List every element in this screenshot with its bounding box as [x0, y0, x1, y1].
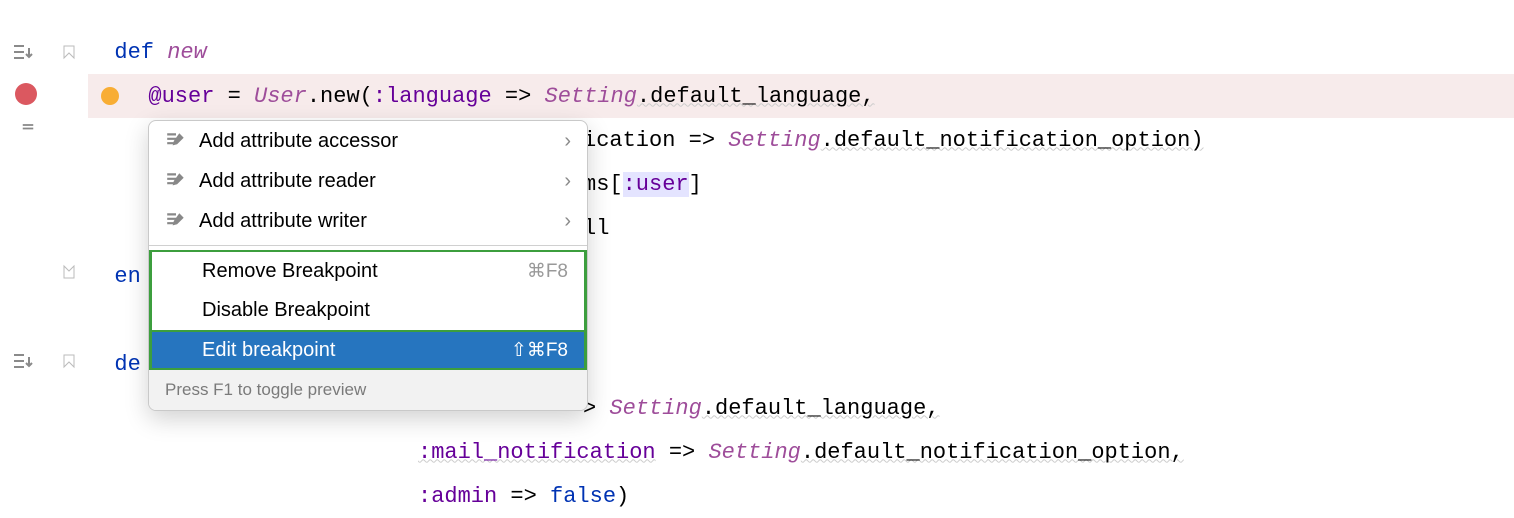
method-call: .default_language,: [702, 396, 940, 421]
menu-item-add-writer[interactable]: Add attribute writer ›: [149, 201, 587, 241]
chevron-right-icon: ›: [564, 210, 571, 233]
symbol: :admin: [418, 484, 497, 509]
breakpoint-icon[interactable]: [14, 82, 38, 106]
keyword-def: def: [114, 40, 167, 65]
code-text: ): [616, 484, 629, 509]
method-call: .default_notification_option,: [801, 440, 1184, 465]
menu-item-add-reader[interactable]: Add attribute reader ›: [149, 161, 587, 201]
symbol: :user: [623, 172, 689, 197]
method-call: .new(: [307, 84, 373, 109]
constant: Setting: [545, 84, 637, 109]
constant: Setting: [728, 128, 820, 153]
code-line[interactable]: :mail_notification => Setting.default_no…: [88, 430, 1514, 474]
menu-shortcut: ⌘F8: [527, 260, 568, 283]
menu-label: Add attribute reader: [199, 170, 556, 193]
operator: =: [214, 84, 254, 109]
intention-action-icon[interactable]: [16, 113, 40, 137]
menu-label: Edit breakpoint: [202, 339, 511, 362]
constant: Setting: [609, 396, 701, 421]
menu-shortcut: ⇧⌘F8: [511, 339, 568, 362]
lightbulb-icon[interactable]: [98, 84, 122, 108]
symbol: :mail_notification: [418, 440, 656, 465]
menu-label: Add attribute writer: [199, 210, 556, 233]
method-name: new: [167, 40, 207, 65]
menu-label: Add attribute accessor: [199, 130, 556, 153]
operator: =>: [497, 484, 550, 509]
constant: User: [254, 84, 307, 109]
method-call: .default_language,: [637, 84, 875, 109]
spacer-icon: [168, 299, 190, 321]
keyword-false: false: [550, 484, 616, 509]
fold-marker-icon[interactable]: [62, 262, 76, 278]
intention-icon: [165, 170, 187, 192]
fold-marker-icon[interactable]: [62, 42, 76, 58]
symbol: :language: [373, 84, 492, 109]
spacer-icon: [168, 339, 190, 361]
code-line[interactable]: def new: [88, 30, 1514, 74]
operator: =>: [656, 440, 709, 465]
chevron-right-icon: ›: [564, 170, 571, 193]
code-line[interactable]: :admin => false): [88, 474, 1514, 518]
operator: =>: [492, 84, 545, 109]
editor-gutter: [0, 0, 88, 512]
method-separator-icon: [10, 349, 34, 373]
fold-marker-icon[interactable]: [62, 351, 76, 367]
method-separator-icon: [10, 40, 34, 64]
menu-item-edit-breakpoint[interactable]: Edit breakpoint ⇧⌘F8: [149, 330, 587, 370]
menu-item-disable-breakpoint[interactable]: Disable Breakpoint: [149, 290, 587, 330]
menu-item-remove-breakpoint[interactable]: Remove Breakpoint ⌘F8: [149, 250, 587, 290]
code-text: ms[: [583, 172, 623, 197]
instance-variable: @user: [148, 84, 214, 109]
chevron-right-icon: ›: [564, 130, 571, 153]
spacer-icon: [168, 260, 190, 282]
menu-item-add-accessor[interactable]: Add attribute accessor ›: [149, 121, 587, 161]
menu-separator: [149, 245, 587, 246]
intention-icon: [165, 210, 187, 232]
constant: Setting: [708, 440, 800, 465]
menu-label: Disable Breakpoint: [202, 299, 568, 322]
code-text: ication =>: [583, 128, 728, 153]
menu-footer: Press F1 to toggle preview: [149, 370, 587, 410]
code-line-highlighted[interactable]: @user = User.new(:language => Setting.de…: [88, 74, 1514, 118]
intention-icon: [165, 130, 187, 152]
keyword-def: de: [114, 352, 140, 377]
method-call: .default_notification_option): [821, 128, 1204, 153]
context-menu: Add attribute accessor › Add attribute r…: [148, 120, 588, 411]
code-text: ]: [689, 172, 702, 197]
keyword-end: en: [114, 264, 140, 289]
menu-label: Remove Breakpoint: [202, 260, 527, 283]
